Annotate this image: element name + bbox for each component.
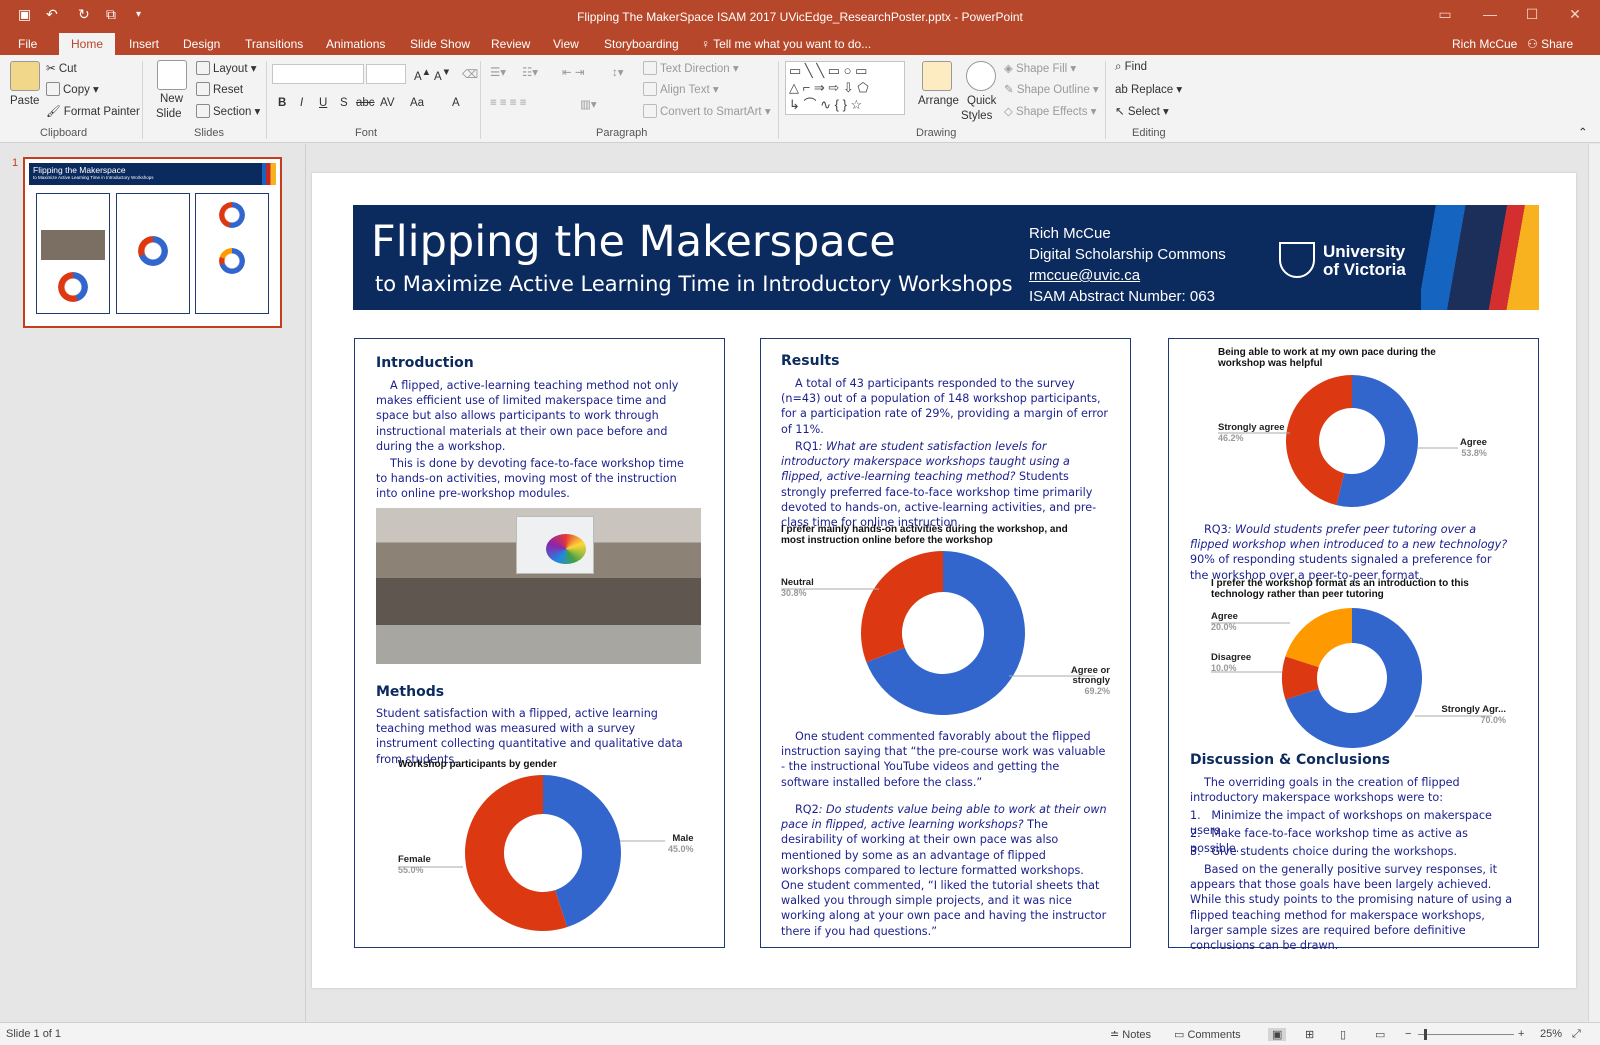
chart2-value-2: 30.8% [781, 588, 807, 598]
chart2-value-1: 69.2% [1084, 686, 1110, 696]
chart3-value-2: 46.2% [1218, 433, 1244, 443]
chart4-value-3: 20.0% [1211, 622, 1237, 632]
chart4-value-1: 70.0% [1480, 715, 1506, 725]
zoom-level[interactable]: 25% [1540, 1028, 1562, 1040]
chart4-title: I prefer the workshop format as an intro… [1211, 578, 1469, 600]
charts-layer [398, 375, 1492, 932]
normal-view-icon[interactable]: ▣ [1268, 1028, 1287, 1041]
status-bar: Slide 1 of 1 ≐ Notes ▭ Comments ▣ ⊞ ▯ ▭ … [0, 1022, 1600, 1045]
chart4-label-1: Strongly Agr... 70.0% [1432, 704, 1506, 726]
chart4-label-3: Agree 20.0% [1211, 611, 1238, 633]
reading-view-icon[interactable]: ▯ [1340, 1028, 1346, 1041]
comment-icon: ▭ [1174, 1029, 1188, 1041]
chart4-slice-agree [1285, 608, 1352, 668]
zoom-out-icon[interactable]: − [1405, 1028, 1411, 1040]
slide-sorter-icon[interactable]: ⊞ [1305, 1028, 1314, 1041]
slide-show-icon[interactable]: ▭ [1375, 1028, 1385, 1041]
chart2-title: I prefer mainly hands-on activities duri… [781, 524, 1068, 546]
zoom-in-icon[interactable]: + [1518, 1028, 1524, 1040]
chart2-slice-neutral [861, 551, 943, 663]
chart3-value-1: 53.8% [1461, 448, 1487, 458]
chart1-label-2: Female 55.0% [398, 854, 431, 876]
chart3-label-2: Strongly agree 46.2% [1218, 422, 1285, 444]
chart3-category-1: Agree [1460, 437, 1487, 448]
chart2-category-2: Neutral [781, 577, 814, 588]
chart1-category-1: Male [672, 833, 694, 844]
zoom-slider-thumb[interactable] [1424, 1029, 1427, 1040]
chart3-title: Being able to work at my own pace during… [1218, 347, 1436, 369]
chart1-category-2: Female [398, 854, 431, 865]
chart4-category-1: Strongly Agr... [1441, 704, 1506, 715]
chart4-category-2: Disagree [1211, 652, 1252, 663]
fit-slide-icon[interactable]: ⤢ [1572, 1028, 1581, 1041]
chart1-title: Workshop participants by gender [398, 759, 557, 770]
chart2-label-2: Neutral 30.8% [781, 577, 814, 599]
notes-icon: ≐ [1110, 1029, 1123, 1041]
comments-button[interactable]: ▭ Comments [1174, 1028, 1241, 1041]
chart4-label-2: Disagree 10.0% [1211, 652, 1252, 674]
chart1-value-1: 45.0% [668, 844, 694, 854]
chart1-label-1: Male 45.0% [668, 833, 694, 855]
chart4-category-3: Agree [1211, 611, 1238, 622]
slide-counter: Slide 1 of 1 [6, 1028, 62, 1040]
chart2-category-1: Agree or strongly [1070, 665, 1110, 686]
notes-button[interactable]: ≐ Notes [1110, 1028, 1151, 1041]
chart1-value-2: 55.0% [398, 865, 424, 875]
chart4-value-2: 10.0% [1211, 663, 1237, 673]
chart3-label-1: Agree 53.8% [1460, 437, 1487, 459]
chart3-category-2: Strongly agree [1218, 422, 1285, 433]
chart2-label-1: Agree or strongly 69.2% [1036, 665, 1110, 697]
zoom-slider[interactable] [1418, 1034, 1514, 1035]
